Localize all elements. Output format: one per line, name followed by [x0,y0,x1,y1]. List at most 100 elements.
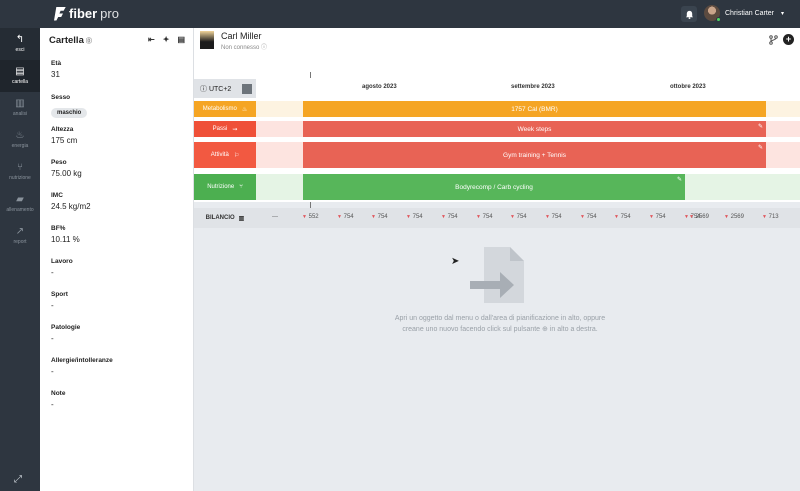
notifications-button[interactable] [681,6,697,22]
field-label: Patologie [51,324,81,331]
balance-cell[interactable]: ▼ 713 [762,214,779,220]
balance-value: 552 [308,214,319,220]
balance-cell[interactable]: ▼ 2569 [689,214,709,220]
down-triangle-icon: ▼ [476,214,481,220]
fiberpro-logo[interactable]: fiber pro [54,6,119,21]
balance-value: 754 [551,214,562,220]
row-attivita: Attività ⚐ Gym training + Tennis ✎ [194,142,800,168]
timezone-selector[interactable]: ⓘ UTC+2 [194,79,256,98]
plan-bar-attivita[interactable]: Gym training + Tennis ✎ [303,142,766,168]
plan-bar-metabolismo[interactable]: 1757 Cal (BMR) [303,101,766,117]
balance-value: 2569 [730,214,744,220]
row-label: Attività ⚐ [194,142,256,168]
empty-state-line: creane uno nuovo facendo click sul pulsa… [402,326,598,333]
field-label: IMC [51,192,63,199]
field-sesso: Sesso maschio [51,94,88,119]
month-label: agosto 2023 [362,84,397,90]
field-eta: Età 31 [51,60,61,79]
client-avatar [200,31,214,49]
field-note: Note - [51,390,65,409]
nav-item-nutrizione[interactable]: ⑂ nutrizione [0,156,40,188]
down-triangle-icon: ▼ [580,214,585,220]
fork-knife-icon: ⑂ [17,162,23,173]
nav-item-analisi[interactable]: ▥ analisi [0,92,40,124]
user-menu[interactable]: Christian Carter ▾ [704,5,784,22]
balance-cell[interactable]: ▼ 754 [580,214,597,220]
nav-item-report[interactable]: ↗ report [0,220,40,252]
top-bar: fiber pro Christian Carter ▾ [0,0,800,28]
back-arrow-icon: ↰ [15,34,25,45]
nav-item-cartella[interactable]: ▤ cartella [0,60,40,92]
field-patologie: Patologie - [51,324,80,343]
balance-cell[interactable]: ▼ 754 [545,214,562,220]
balance-cell[interactable]: ▼ 754 [441,214,458,220]
field-value: 75.00 kg [51,169,82,178]
analysis-icon: ▥ [15,98,25,109]
fullscreen-icon[interactable]: ⤢ [14,474,22,485]
nav-item-allenamento[interactable]: ▰ allenamento [0,188,40,220]
nav-item-esci[interactable]: ↰ esci [0,28,40,60]
down-triangle-icon: ▼ [649,214,654,220]
row-label: Passi ⇝ [194,121,256,137]
row-label: Metabolismo ♨ [194,101,256,117]
bar-label: Gym training + Tennis [503,151,566,159]
plan-bar-nutrizione[interactable]: Bodyrecomp / Carb cycling ✎ [303,174,685,200]
field-value: - [51,334,54,343]
dumbbell-icon: ▰ [16,194,24,205]
balance-cell[interactable]: ▼ 2569 [724,214,744,220]
nav-item-energia[interactable]: ♨ energia [0,124,40,156]
balance-chart-icon[interactable]: ▥ [239,215,245,222]
bar-label: 1757 Cal (BMR) [511,105,558,113]
edit-icon[interactable]: ✎ [677,176,682,183]
balance-cell[interactable]: ▼ 754 [406,214,423,220]
layout-icon[interactable]: ▤ [177,35,185,44]
clipboard-icon: ▤ [15,66,25,77]
nav-item-label: analisi [12,111,28,117]
calendar-icon[interactable] [242,83,253,94]
pin-icon[interactable]: ✦ [163,35,170,44]
field-value: 31 [51,70,60,79]
bar-label: Bodyrecomp / Carb cycling [455,183,533,191]
field-value: 24.5 kg/m2 [51,202,91,211]
down-triangle-icon: ▼ [545,214,550,220]
runner-icon: ⚐ [233,152,240,159]
balance-cell[interactable]: ▼ 754 [614,214,631,220]
brand-name: fiber [69,6,98,21]
field-bf: BF% 10.11 % [51,225,80,244]
footsteps-icon: ⇝ [232,126,238,133]
plan-bar-passi[interactable]: Week steps ✎ [303,121,766,137]
balance-cell[interactable]: ▼ 754 [371,214,388,220]
add-item-button[interactable]: + [783,34,794,45]
cartella-panel: Cartella ⓪ ⇤ ✦ ▤ Età 31 Sesso maschio Al… [40,28,194,491]
brand-suffix: pro [100,6,119,21]
balance-cell[interactable]: ▼ 754 [476,214,493,220]
sex-badge: maschio [51,108,88,118]
mouse-cursor-icon: ➤ [451,256,460,267]
field-value: 175 cm [51,136,78,145]
field-peso: Peso 75.00 kg [51,159,82,178]
field-label: Sesso [51,94,71,101]
balance-cell[interactable]: ▼ 754 [649,214,666,220]
row-label-text: Metabolismo [202,106,237,112]
balance-cell[interactable]: --- [272,214,278,220]
down-triangle-icon: ▼ [510,214,515,220]
nav-item-label: cartella [11,79,29,85]
user-name: Christian Carter [725,9,775,17]
edit-icon[interactable]: ✎ [758,123,763,130]
client-header: Carl Miller Non connesso ⓘ + [194,28,800,52]
user-avatar [704,5,721,22]
balance-cell[interactable]: ▼ 754 [337,214,354,220]
nav-item-label: energia [11,143,29,149]
nav-item-label: esci [15,47,25,53]
edit-icon[interactable]: ✎ [758,144,763,151]
branch-icon[interactable] [769,34,778,45]
field-label: Peso [51,159,67,166]
client-status: Non connesso ⓘ [221,45,268,51]
month-label: ottobre 2023 [670,84,706,90]
field-label: Sport [51,291,68,298]
nav-item-label: report [13,239,27,245]
balance-cell[interactable]: ▼ 754 [510,214,527,220]
collapse-icon[interactable]: ⇤ [148,35,155,44]
balance-cell[interactable]: ▼ 552 [302,214,319,220]
field-label: BF% [51,225,66,232]
